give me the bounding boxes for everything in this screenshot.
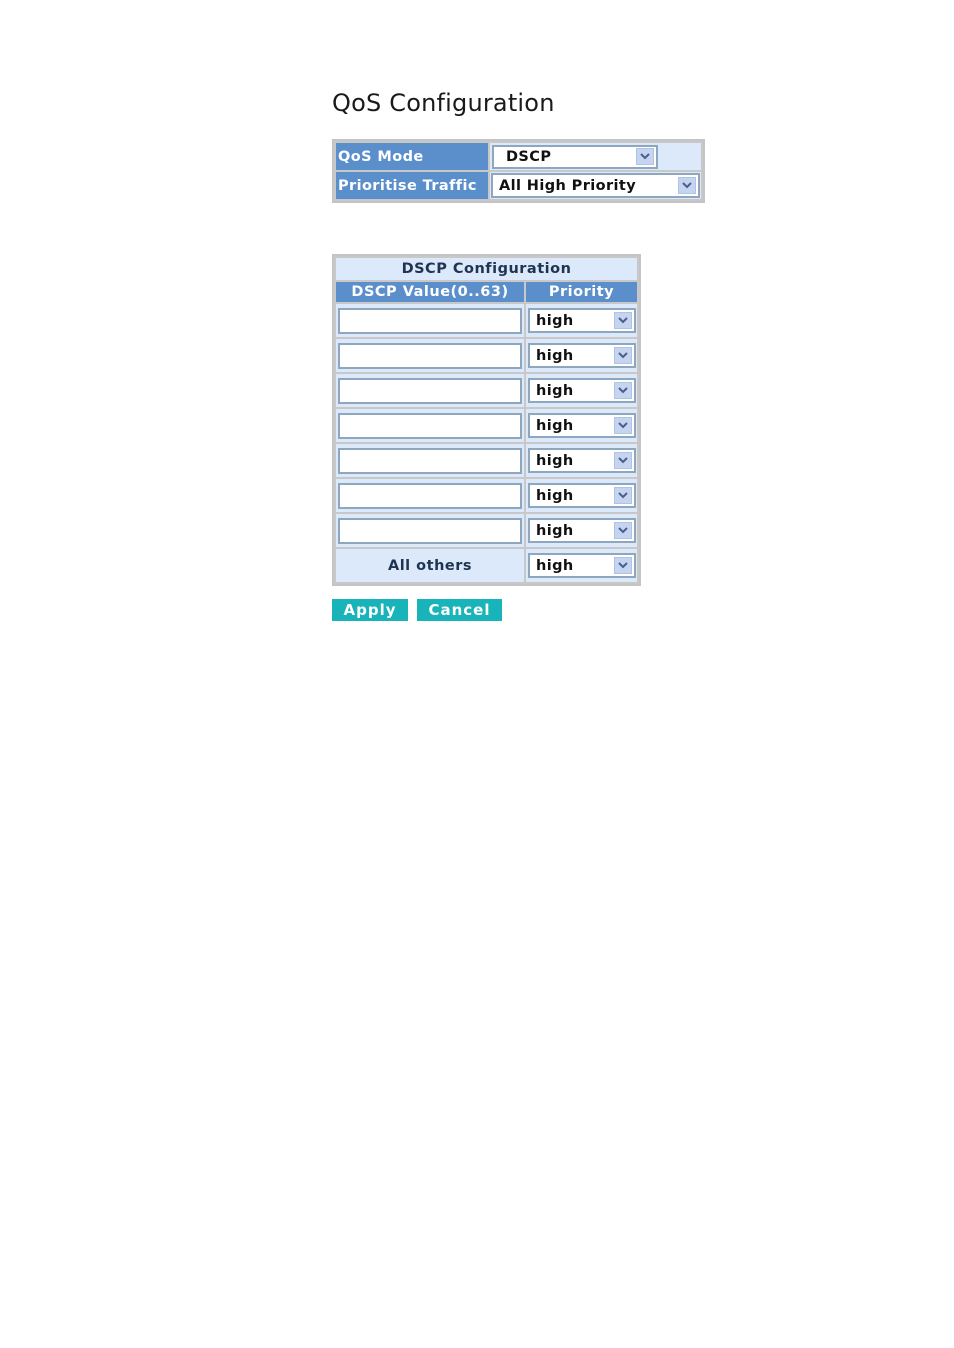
dscp-table-row: high <box>336 339 637 372</box>
dscp-value-input[interactable] <box>338 377 522 404</box>
priority-cell: high <box>526 304 637 337</box>
priority-select[interactable]: high <box>528 413 636 438</box>
priority-cell: high <box>526 339 637 372</box>
dscp-configuration-table: DSCP Configuration DSCP Value(0..63) Pri… <box>332 254 641 586</box>
priority-selected-value: high <box>536 487 574 504</box>
dscp-table-row: high <box>336 444 637 477</box>
prioritise-traffic-select[interactable]: All High Priority <box>491 173 700 198</box>
dscp-table-row: high <box>336 374 637 407</box>
dscp-value-input[interactable] <box>338 307 522 334</box>
column-header-dscp-value: DSCP Value(0..63) <box>336 282 524 302</box>
chevron-down-icon[interactable] <box>614 557 632 574</box>
prioritise-traffic-row: Prioritise Traffic All High Priority <box>336 172 701 199</box>
all-others-label: All others <box>336 549 524 582</box>
dscp-value-cell <box>336 479 524 512</box>
priority-cell: high <box>526 479 637 512</box>
dscp-caption-row: DSCP Configuration <box>336 258 637 280</box>
chevron-down-icon[interactable] <box>614 487 632 504</box>
priority-select[interactable]: high <box>528 308 636 333</box>
chevron-down-icon[interactable] <box>614 312 632 329</box>
priority-selected-value: high <box>536 312 574 329</box>
all-others-priority-value: high <box>536 557 574 574</box>
qos-mode-select[interactable]: DSCP <box>492 144 658 169</box>
qos-mode-label: QoS Mode <box>336 143 488 170</box>
dscp-value-cell <box>336 444 524 477</box>
dscp-value-cell <box>336 514 524 547</box>
dscp-value-input[interactable] <box>338 447 522 474</box>
dscp-table-row: high <box>336 514 637 547</box>
priority-selected-value: high <box>536 452 574 469</box>
qos-mode-table: QoS Mode DSCP Prioritise Traffic All Hig… <box>332 139 705 203</box>
priority-selected-value: high <box>536 522 574 539</box>
qos-mode-row: QoS Mode DSCP <box>336 143 701 170</box>
chevron-down-icon[interactable] <box>614 382 632 399</box>
chevron-down-icon[interactable] <box>614 522 632 539</box>
priority-select[interactable]: high <box>528 448 636 473</box>
all-others-priority-cell: high <box>526 549 637 582</box>
priority-selected-value: high <box>536 347 574 364</box>
prioritise-traffic-label: Prioritise Traffic <box>336 172 488 199</box>
priority-select[interactable]: high <box>528 518 636 543</box>
chevron-down-icon[interactable] <box>614 417 632 434</box>
prioritise-traffic-selected-value: All High Priority <box>499 177 637 194</box>
dscp-value-cell <box>336 409 524 442</box>
dscp-value-cell <box>336 374 524 407</box>
qos-mode-selected-value: DSCP <box>506 148 552 165</box>
priority-cell: high <box>526 374 637 407</box>
priority-selected-value: high <box>536 382 574 399</box>
priority-select[interactable]: high <box>528 343 636 368</box>
page-title: QoS Configuration <box>332 89 555 117</box>
column-header-priority: Priority <box>526 282 637 302</box>
priority-select[interactable]: high <box>528 378 636 403</box>
dscp-header-row: DSCP Value(0..63) Priority <box>336 282 637 302</box>
priority-cell: high <box>526 444 637 477</box>
dscp-table-row: high <box>336 409 637 442</box>
dscp-value-cell <box>336 339 524 372</box>
apply-button[interactable]: Apply <box>332 599 408 621</box>
chevron-down-icon[interactable] <box>614 452 632 469</box>
all-others-priority-select[interactable]: high <box>528 553 636 578</box>
prioritise-traffic-cell: All High Priority <box>490 172 701 199</box>
dscp-value-input[interactable] <box>338 412 522 439</box>
dscp-configuration-caption: DSCP Configuration <box>336 258 637 280</box>
cancel-button[interactable]: Cancel <box>417 599 502 621</box>
chevron-down-icon[interactable] <box>614 347 632 364</box>
qos-mode-cell: DSCP <box>490 143 701 170</box>
dscp-table-row: high <box>336 479 637 512</box>
dscp-value-input[interactable] <box>338 482 522 509</box>
priority-select[interactable]: high <box>528 483 636 508</box>
chevron-down-icon[interactable] <box>678 177 696 194</box>
priority-cell: high <box>526 514 637 547</box>
dscp-table-row: high <box>336 304 637 337</box>
dscp-value-cell <box>336 304 524 337</box>
dscp-value-input[interactable] <box>338 342 522 369</box>
priority-selected-value: high <box>536 417 574 434</box>
dscp-value-input[interactable] <box>338 517 522 544</box>
dscp-rows: high high high high high high high <box>336 304 637 547</box>
all-others-row: All others high <box>336 549 637 582</box>
priority-cell: high <box>526 409 637 442</box>
chevron-down-icon[interactable] <box>636 148 654 165</box>
